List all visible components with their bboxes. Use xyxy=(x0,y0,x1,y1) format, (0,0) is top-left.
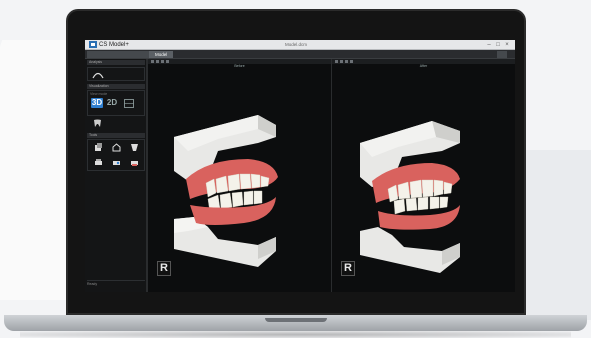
viewport-before[interactable]: Before R xyxy=(147,59,331,292)
visualization-panel: View mode 3D 2D xyxy=(87,90,145,116)
panel-header-tools: Tools xyxy=(87,133,145,138)
printer-icon[interactable] xyxy=(94,158,103,167)
laptop-shadow xyxy=(20,331,571,338)
laptop-screen: CS Model+ Model.dcm – □ × Model Analysis… xyxy=(85,40,515,292)
minimize-button[interactable]: – xyxy=(485,41,493,49)
printer-2-icon[interactable] xyxy=(112,158,121,167)
panel-header-visualization: Visualization xyxy=(87,84,145,89)
cup-icon[interactable] xyxy=(130,143,139,152)
app-titlebar: CS Model+ Model.dcm – □ × xyxy=(85,40,515,50)
view-3d-button[interactable]: 3D xyxy=(91,98,103,108)
tab-workspace[interactable] xyxy=(87,51,149,58)
analysis-panel xyxy=(87,67,145,81)
tab-model[interactable]: Model xyxy=(149,51,174,58)
arch-icon[interactable] xyxy=(92,71,104,79)
panel-header-analysis: Analysis xyxy=(87,60,145,65)
status-bar: Ready xyxy=(87,280,145,287)
home-icon[interactable] xyxy=(112,143,121,152)
orientation-badge-2: R xyxy=(341,261,355,276)
tools-panel xyxy=(87,139,145,171)
tab-bar: Model xyxy=(85,50,515,59)
grid-icon[interactable] xyxy=(124,99,134,108)
view-mode-label: View mode xyxy=(90,92,108,96)
dental-model-after[interactable] xyxy=(332,59,515,292)
printer-3-icon[interactable] xyxy=(130,158,139,167)
viewport-after[interactable]: After R xyxy=(331,59,515,292)
laptop-notch xyxy=(265,318,327,322)
tooth-icon[interactable] xyxy=(93,119,102,128)
view-2d-button[interactable]: 2D xyxy=(106,98,118,108)
app-title: CS Model+ xyxy=(99,42,129,48)
tab-settings[interactable] xyxy=(497,51,507,58)
close-button[interactable]: × xyxy=(503,41,511,49)
dental-model-before[interactable] xyxy=(148,59,332,292)
left-sidebar: Analysis Visualization View mode 3D 2D T… xyxy=(85,59,147,292)
app-logo-icon xyxy=(89,41,97,48)
orientation-badge: R xyxy=(157,261,171,276)
file-title: Model.dcm xyxy=(285,42,308,47)
maximize-button[interactable]: □ xyxy=(494,41,502,49)
box-icon[interactable] xyxy=(94,143,103,152)
